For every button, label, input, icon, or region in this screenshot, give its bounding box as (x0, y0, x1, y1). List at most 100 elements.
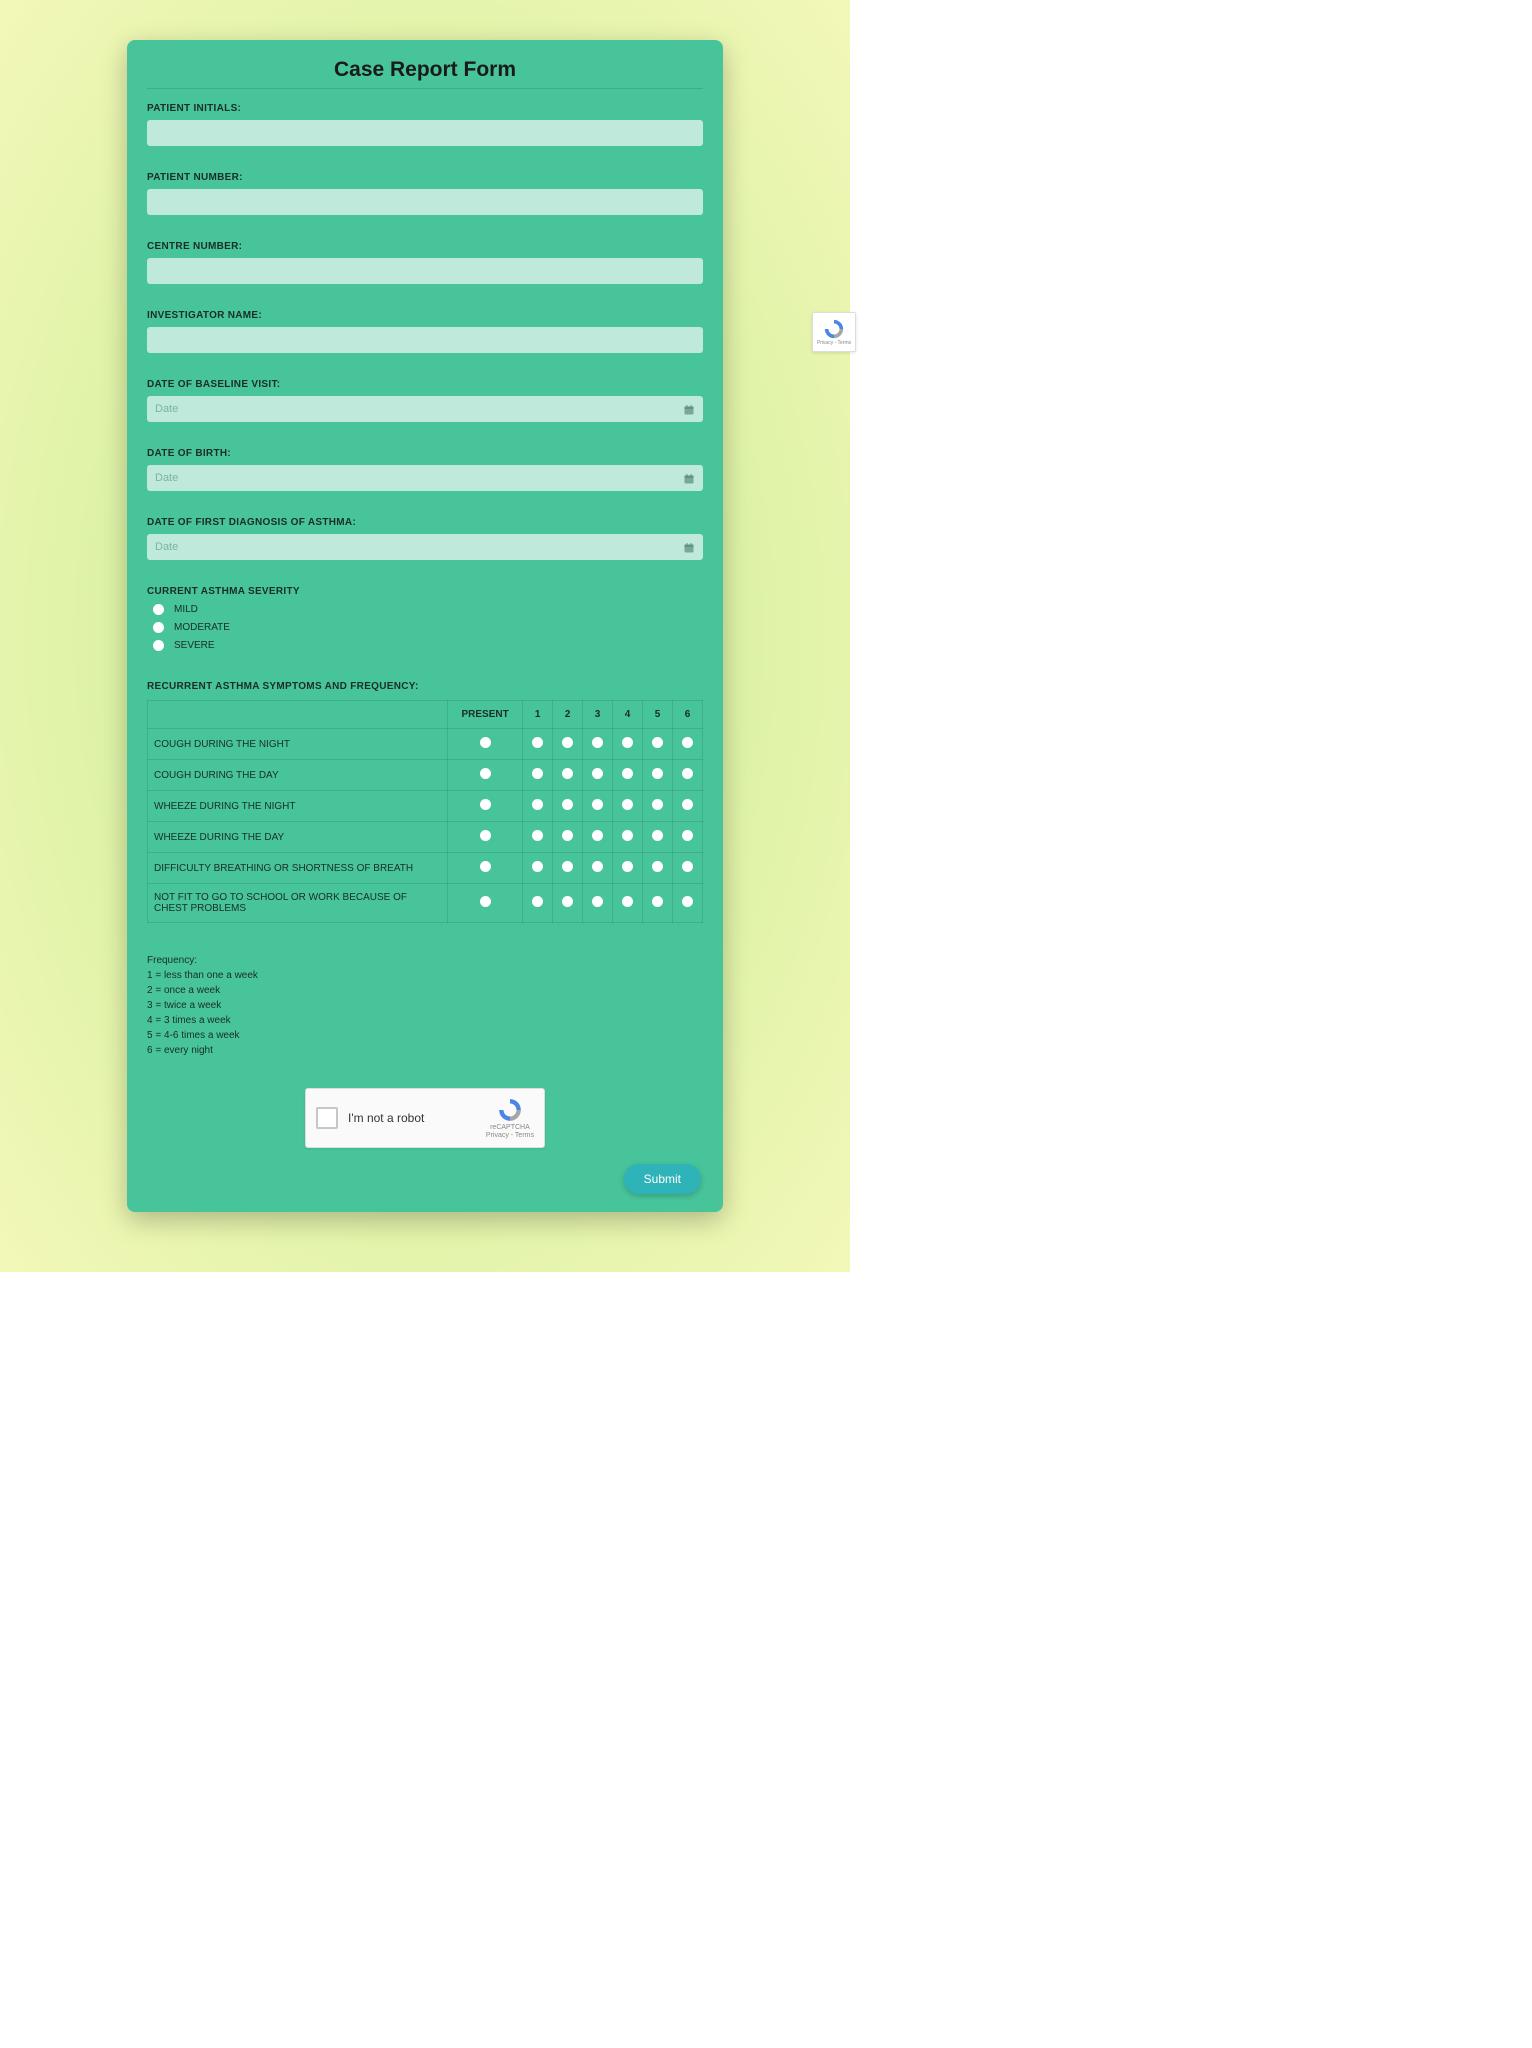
date-baseline-input[interactable] (147, 396, 703, 422)
label-centre-number: CENTRE NUMBER: (147, 241, 703, 252)
label-investigator-name: INVESTIGATOR NAME: (147, 310, 703, 321)
matrix-radio[interactable] (532, 861, 543, 872)
matrix-radio[interactable] (592, 830, 603, 841)
matrix-radio[interactable] (480, 768, 491, 779)
matrix-radio[interactable] (652, 768, 663, 779)
radio-mild[interactable]: MILD (153, 604, 703, 615)
radio-icon (153, 622, 164, 633)
matrix-radio[interactable] (682, 861, 693, 872)
submit-button[interactable]: Submit (624, 1164, 701, 1194)
symptom-matrix: RECURRENT ASTHMA SYMPTOMS AND FREQUENCY:… (147, 681, 703, 923)
matrix-radio[interactable] (562, 799, 573, 810)
matrix-radio[interactable] (562, 861, 573, 872)
matrix-radio[interactable] (592, 768, 603, 779)
radio-label: MODERATE (174, 622, 230, 633)
matrix-radio[interactable] (622, 861, 633, 872)
matrix-radio[interactable] (682, 896, 693, 907)
matrix-radio[interactable] (592, 799, 603, 810)
form-card: Case Report Form PATIENT INITIALS: PATIE… (127, 40, 723, 1212)
table-row: WHEEZE DURING THE DAY (148, 822, 703, 853)
matrix-radio[interactable] (532, 768, 543, 779)
matrix-radio[interactable] (622, 830, 633, 841)
matrix-row-label: NOT FIT TO GO TO SCHOOL OR WORK BECAUSE … (148, 884, 448, 923)
radio-icon (153, 640, 164, 651)
matrix-radio[interactable] (532, 896, 543, 907)
legend-line: 1 = less than one a week (147, 968, 703, 983)
matrix-radio[interactable] (652, 896, 663, 907)
recaptcha-badge[interactable]: Privacy - Terms (812, 312, 856, 352)
recaptcha-checkbox[interactable] (316, 1107, 338, 1129)
matrix-row-label: WHEEZE DURING THE DAY (148, 822, 448, 853)
matrix-radio[interactable] (622, 737, 633, 748)
date-birth-input[interactable] (147, 465, 703, 491)
recaptcha-logo-icon: reCAPTCHAPrivacy - Terms (486, 1097, 534, 1139)
matrix-row-label: WHEEZE DURING THE NIGHT (148, 791, 448, 822)
date-diagnosis-input[interactable] (147, 534, 703, 560)
matrix-radio[interactable] (592, 896, 603, 907)
radio-label: SEVERE (174, 640, 215, 651)
matrix-radio[interactable] (622, 768, 633, 779)
matrix-radio[interactable] (592, 737, 603, 748)
matrix-radio[interactable] (480, 861, 491, 872)
recaptcha-box[interactable]: I'm not a robot reCAPTCHAPrivacy - Terms (305, 1088, 545, 1148)
recaptcha-text: I'm not a robot (348, 1111, 476, 1125)
form-title: Case Report Form (147, 58, 703, 82)
radio-icon (153, 604, 164, 615)
matrix-radio[interactable] (480, 799, 491, 810)
matrix-row-label: COUGH DURING THE NIGHT (148, 729, 448, 760)
matrix-radio[interactable] (652, 737, 663, 748)
matrix-radio[interactable] (480, 737, 491, 748)
matrix-col-header: PRESENT (448, 701, 523, 729)
legend-line: 4 = 3 times a week (147, 1013, 703, 1028)
matrix-col-header: 2 (553, 701, 583, 729)
table-row: NOT FIT TO GO TO SCHOOL OR WORK BECAUSE … (148, 884, 703, 923)
label-patient-initials: PATIENT INITIALS: (147, 103, 703, 114)
investigator-name-input[interactable] (147, 327, 703, 353)
table-row: COUGH DURING THE NIGHT (148, 729, 703, 760)
matrix-radio[interactable] (592, 861, 603, 872)
matrix-radio[interactable] (480, 830, 491, 841)
matrix-col-header: 1 (523, 701, 553, 729)
matrix-radio[interactable] (682, 830, 693, 841)
frequency-legend: Frequency: 1 = less than one a week 2 = … (147, 953, 703, 1058)
matrix-radio[interactable] (562, 737, 573, 748)
matrix-radio[interactable] (562, 768, 573, 779)
calendar-icon[interactable] (683, 403, 695, 415)
centre-number-input[interactable] (147, 258, 703, 284)
matrix-radio[interactable] (532, 830, 543, 841)
matrix-radio[interactable] (682, 768, 693, 779)
matrix-radio[interactable] (652, 799, 663, 810)
matrix-radio[interactable] (532, 737, 543, 748)
label-date-diagnosis: DATE OF FIRST DIAGNOSIS OF ASTHMA: (147, 517, 703, 528)
legend-line: 2 = once a week (147, 983, 703, 998)
matrix-radio[interactable] (682, 737, 693, 748)
matrix-row-label: COUGH DURING THE DAY (148, 760, 448, 791)
matrix-radio[interactable] (622, 799, 633, 810)
matrix-radio[interactable] (562, 830, 573, 841)
calendar-icon[interactable] (683, 541, 695, 553)
table-row: COUGH DURING THE DAY (148, 760, 703, 791)
legend-title: Frequency: (147, 953, 703, 968)
matrix-radio[interactable] (682, 799, 693, 810)
matrix-row-label: DIFFICULTY BREATHING OR SHORTNESS OF BRE… (148, 853, 448, 884)
patient-number-input[interactable] (147, 189, 703, 215)
patient-initials-input[interactable] (147, 120, 703, 146)
radio-label: MILD (174, 604, 198, 615)
matrix-col-header: 6 (672, 701, 702, 729)
legend-line: 3 = twice a week (147, 998, 703, 1013)
recaptcha-badge-text: Privacy - Terms (817, 340, 851, 346)
matrix-radio[interactable] (532, 799, 543, 810)
matrix-radio[interactable] (562, 896, 573, 907)
label-date-birth: DATE OF BIRTH: (147, 448, 703, 459)
matrix-radio[interactable] (480, 896, 491, 907)
label-matrix: RECURRENT ASTHMA SYMPTOMS AND FREQUENCY: (147, 681, 703, 692)
radio-severe[interactable]: SEVERE (153, 640, 703, 651)
matrix-col-header: 5 (643, 701, 673, 729)
calendar-icon[interactable] (683, 472, 695, 484)
matrix-radio[interactable] (622, 896, 633, 907)
matrix-radio[interactable] (652, 861, 663, 872)
radio-moderate[interactable]: MODERATE (153, 622, 703, 633)
table-row: DIFFICULTY BREATHING OR SHORTNESS OF BRE… (148, 853, 703, 884)
severity-group: CURRENT ASTHMA SEVERITY MILD MODERATE SE… (147, 586, 703, 651)
matrix-radio[interactable] (652, 830, 663, 841)
